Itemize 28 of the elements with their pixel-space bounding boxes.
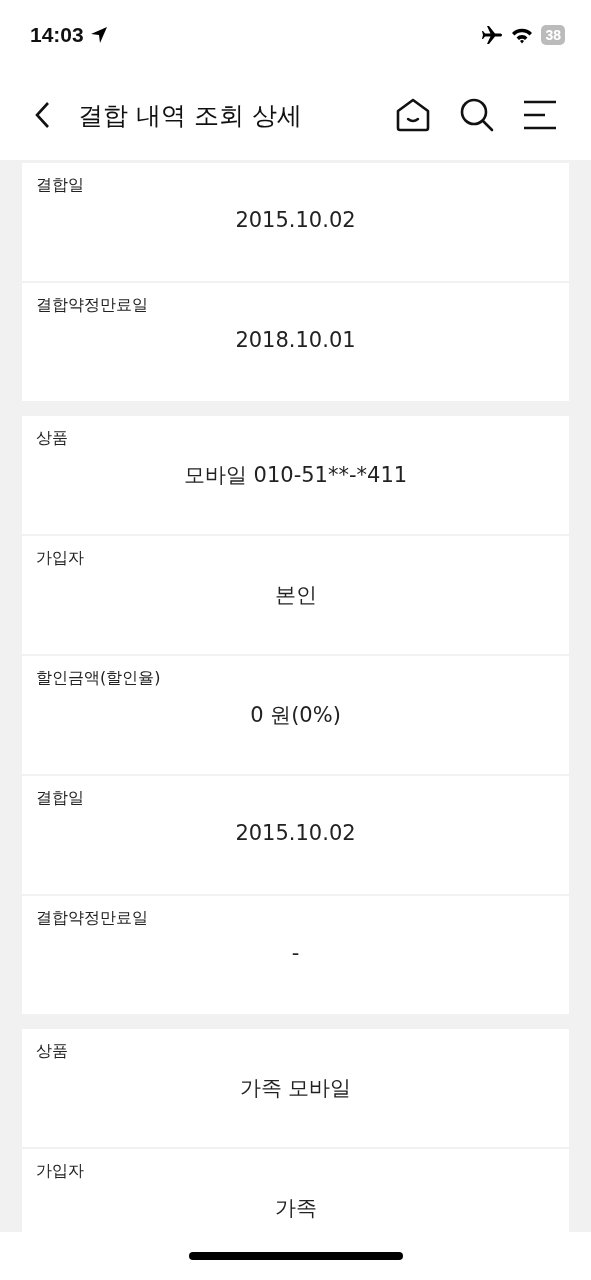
home-icon[interactable] (395, 98, 431, 132)
field-label: 할인금액(할인율) (36, 668, 161, 689)
field-value: - (291, 941, 300, 965)
field-value: 본인 (274, 582, 317, 609)
status-time: 14:03 (30, 23, 84, 47)
field-value: 2018.10.01 (235, 328, 356, 352)
menu-icon[interactable] (523, 100, 557, 130)
field-label: 상품 (36, 1041, 68, 1062)
field-value: 가족 모바일 (239, 1075, 352, 1102)
wifi-icon (511, 26, 534, 44)
field-label: 결합일 (36, 175, 84, 196)
field-label: 가입자 (36, 1161, 84, 1182)
field-label: 결합약정만료일 (36, 295, 148, 316)
field-value: 가족 (274, 1195, 317, 1222)
field-value: 모바일 010-51**-*411 (183, 462, 408, 489)
field-label: 상품 (36, 428, 68, 449)
field-label: 결합일 (36, 788, 84, 809)
field-value: 0 원(0%) (250, 702, 341, 729)
airplane-icon (481, 25, 504, 45)
location-arrow-icon (89, 26, 108, 44)
field-label: 가입자 (36, 548, 84, 569)
page-title: 결합 내역 조회 상세 (78, 99, 303, 132)
field-value: 2015.10.02 (235, 208, 356, 232)
search-icon[interactable] (459, 97, 495, 133)
battery-level: 38 (541, 25, 565, 45)
field-label: 결합약정만료일 (36, 908, 148, 929)
field-value: 2015.10.02 (235, 821, 356, 845)
back-icon[interactable] (34, 101, 50, 129)
